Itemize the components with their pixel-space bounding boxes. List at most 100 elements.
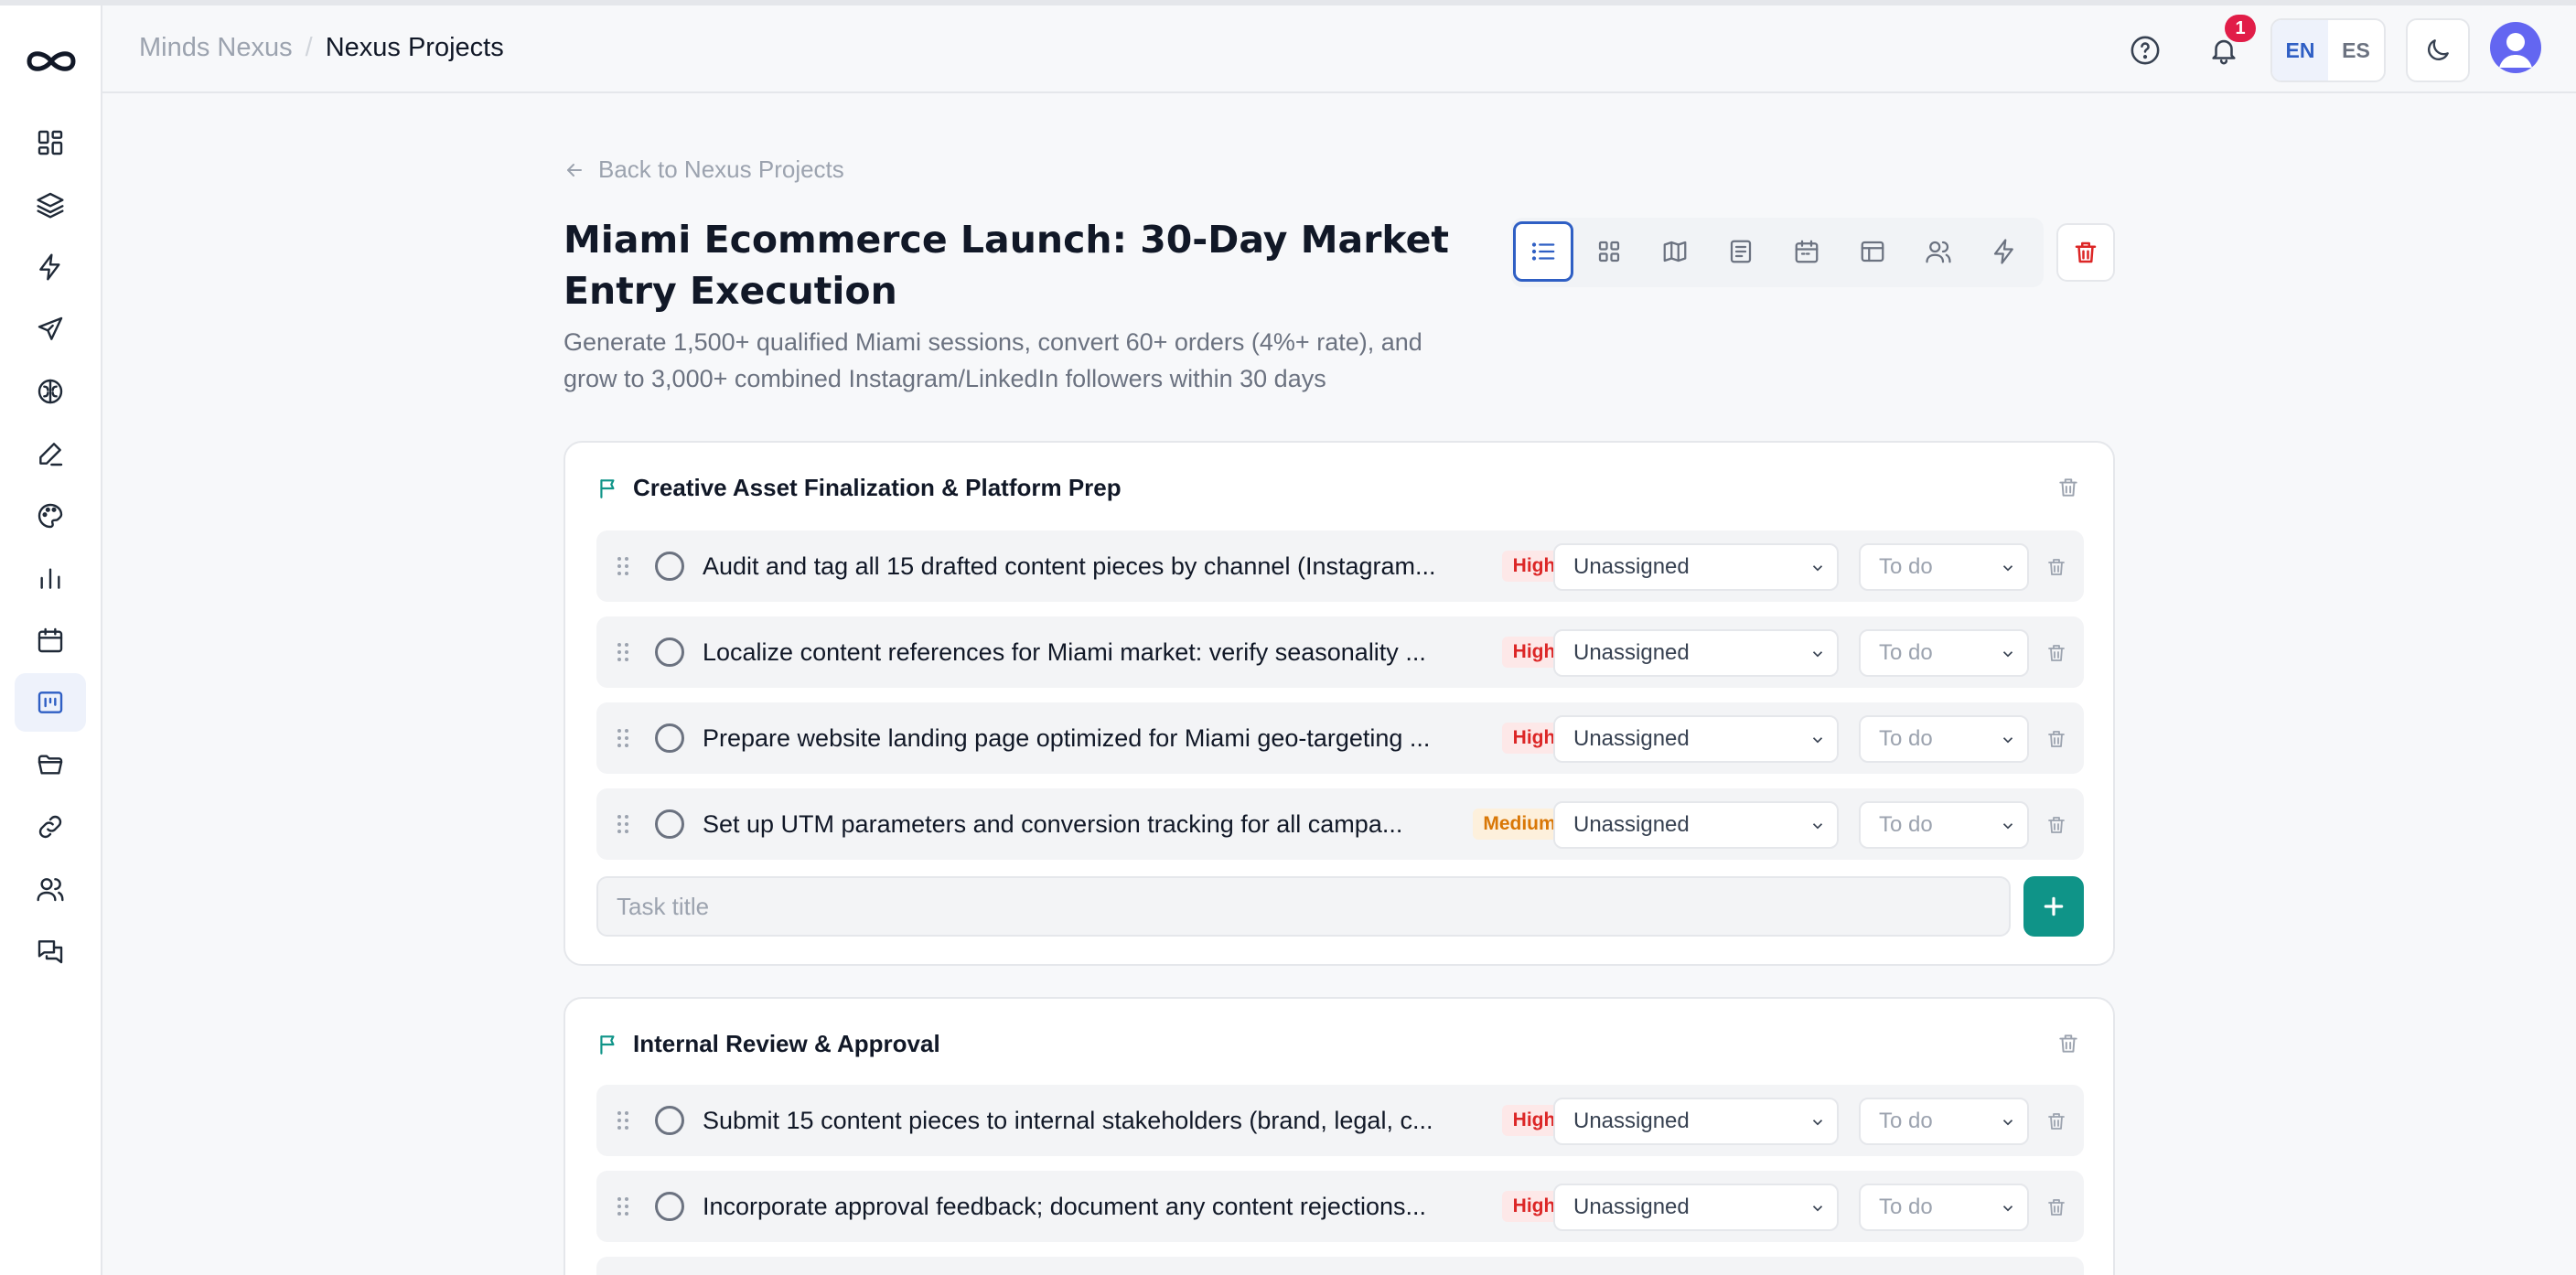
status-select[interactable]: To do: [1859, 1184, 2029, 1231]
drag-handle-icon[interactable]: [617, 727, 629, 749]
map-icon: [1663, 241, 1687, 262]
app-logo-icon[interactable]: [24, 46, 79, 77]
sidebar-item-write[interactable]: [15, 424, 86, 483]
back-link[interactable]: Back to Nexus Projects: [564, 155, 844, 184]
rocket-icon: [38, 316, 63, 340]
sidebar-item-projects[interactable]: [15, 673, 86, 732]
sidebar-item-links[interactable]: [15, 798, 86, 856]
task-complete-checkbox[interactable]: [655, 723, 684, 753]
sidebar-item-dashboard[interactable]: [15, 113, 86, 172]
status-select[interactable]: To do: [1859, 543, 2029, 591]
delete-task-button[interactable]: [2045, 642, 2067, 664]
delete-task-button[interactable]: [2045, 728, 2067, 750]
delete-phase-button[interactable]: [2056, 476, 2080, 499]
task-row[interactable]: Set up UTM parameters and conversion tra…: [596, 788, 2084, 860]
assignee-select[interactable]: Unassigned: [1553, 1184, 1839, 1231]
assignee-select[interactable]: Unassigned: [1553, 715, 1839, 763]
delete-task-button[interactable]: [2045, 1196, 2067, 1218]
sidebar-item-launch[interactable]: [15, 300, 86, 359]
avatar[interactable]: [2490, 22, 2541, 73]
task-complete-checkbox[interactable]: [655, 638, 684, 667]
sidebar-item-brain[interactable]: [15, 362, 86, 421]
task-title[interactable]: Prepare website landing page optimized f…: [703, 723, 1462, 753]
sidebar-item-calendar[interactable]: [15, 611, 86, 670]
assignee-value: Unassigned: [1573, 554, 1690, 579]
drag-handle-icon[interactable]: [617, 555, 629, 577]
view-list-button[interactable]: [1513, 221, 1573, 282]
add-task-button[interactable]: [2023, 876, 2084, 937]
status-select[interactable]: To do: [1859, 629, 2029, 677]
palette-icon: [38, 503, 63, 529]
view-team-button[interactable]: [1908, 221, 1969, 282]
delete-task-button[interactable]: [2045, 556, 2067, 578]
task-row[interactable]: Audit and tag all 15 drafted content pie…: [596, 530, 2084, 602]
view-calendar-button[interactable]: [1776, 221, 1837, 282]
trash-icon: [2059, 478, 2077, 497]
breadcrumb-separator: /: [305, 33, 313, 62]
project-subtitle: Generate 1,500+ qualified Miami sessions…: [564, 328, 1422, 392]
task-title-input[interactable]: [596, 876, 2011, 937]
sidebar-item-layers[interactable]: [15, 176, 86, 234]
view-document-button[interactable]: [1711, 221, 1771, 282]
task-title[interactable]: Audit and tag all 15 drafted content pie…: [703, 552, 1462, 581]
chevron-down-icon: [1812, 651, 1823, 658]
view-table-button[interactable]: [1842, 221, 1903, 282]
task-title[interactable]: Set up UTM parameters and conversion tra…: [703, 809, 1434, 839]
status-select[interactable]: To do: [1859, 715, 2029, 763]
lang-es-button[interactable]: ES: [2328, 20, 2384, 80]
delete-project-button[interactable]: [2056, 223, 2115, 282]
task-row[interactable]: Localize content references for Miami ma…: [596, 616, 2084, 688]
help-button[interactable]: [2126, 31, 2164, 70]
drag-handle-icon[interactable]: [617, 641, 629, 663]
task-title[interactable]: Localize content references for Miami ma…: [703, 638, 1462, 667]
sidebar-item-chat[interactable]: [15, 922, 86, 980]
sidebar-item-team[interactable]: [15, 860, 86, 918]
task-row[interactable]: Incorporate approval feedback; document …: [596, 1171, 2084, 1242]
view-roadmap-button[interactable]: [1645, 221, 1705, 282]
status-value: To do: [1879, 1195, 1933, 1219]
trash-icon: [2048, 645, 2065, 661]
sidebar-item-files[interactable]: [15, 735, 86, 794]
status-select[interactable]: To do: [1859, 801, 2029, 849]
drag-handle-icon[interactable]: [617, 1195, 629, 1217]
drag-handle-icon[interactable]: [617, 813, 629, 835]
task-title[interactable]: Incorporate approval feedback; document …: [703, 1192, 1462, 1221]
delete-phase-button[interactable]: [2056, 1032, 2080, 1055]
breadcrumb-root[interactable]: Minds Nexus: [139, 33, 293, 63]
sidebar-item-automation[interactable]: [15, 238, 86, 296]
task-complete-checkbox[interactable]: [655, 1106, 684, 1135]
task-complete-checkbox[interactable]: [655, 552, 684, 581]
theme-toggle-button[interactable]: [2406, 18, 2470, 82]
phase-title: Creative Asset Finalization & Platform P…: [633, 474, 1122, 501]
task-row[interactable]: Submit 15 content pieces to internal sta…: [596, 1085, 2084, 1156]
task-row[interactable]: Prepare website landing page optimized f…: [596, 702, 2084, 774]
view-board-button[interactable]: [1579, 221, 1639, 282]
task-row[interactable]: [596, 1257, 2084, 1275]
automation-icon: [1993, 239, 2013, 264]
task-complete-checkbox[interactable]: [655, 809, 684, 839]
assignee-value: Unassigned: [1573, 812, 1690, 837]
sidebar-item-design[interactable]: [15, 487, 86, 545]
assignee-select[interactable]: Unassigned: [1553, 543, 1839, 591]
chevron-down-icon: [2002, 565, 2013, 572]
assignee-select[interactable]: Unassigned: [1553, 1098, 1839, 1145]
view-automation-button[interactable]: [1974, 221, 2034, 282]
task-complete-checkbox[interactable]: [655, 1192, 684, 1221]
sidebar-item-analytics[interactable]: [15, 549, 86, 607]
chevron-down-icon: [2002, 737, 2013, 744]
drag-handle-icon[interactable]: [617, 1109, 629, 1131]
assignee-select[interactable]: Unassigned: [1553, 801, 1839, 849]
status-value: To do: [1879, 726, 1933, 751]
lang-en-button[interactable]: EN: [2272, 20, 2328, 80]
task-title[interactable]: Submit 15 content pieces to internal sta…: [703, 1106, 1462, 1135]
delete-task-button[interactable]: [2045, 1110, 2067, 1132]
status-value: To do: [1879, 812, 1933, 837]
delete-task-button[interactable]: [2045, 814, 2067, 836]
assignee-select[interactable]: Unassigned: [1553, 629, 1839, 677]
chevron-down-icon: [1812, 565, 1823, 572]
assignee-value: Unassigned: [1573, 1195, 1690, 1219]
status-select[interactable]: To do: [1859, 1098, 2029, 1145]
phase-header: Creative Asset Finalization & Platform P…: [596, 474, 1122, 502]
status-value: To do: [1879, 640, 1933, 665]
brain-icon: [38, 379, 63, 404]
